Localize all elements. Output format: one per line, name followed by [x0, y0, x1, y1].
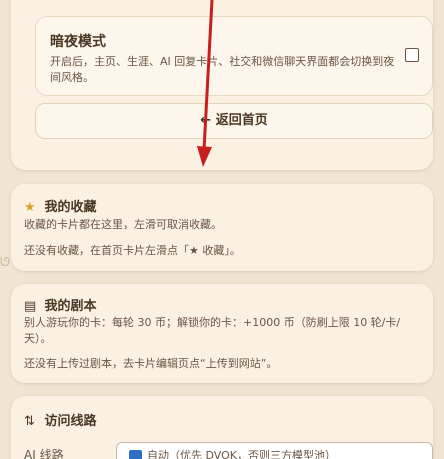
scripts-title-row: ▤ 我的剧本 [24, 295, 97, 314]
scripts-card: ▤ 我的剧本 别人游玩你的卡：每轮 30 币；解锁你的卡：+1000 币（防刷上… [11, 284, 433, 383]
ai-route-select[interactable]: 自动（优先 DVOK，否则三方模型池） [116, 442, 433, 459]
favorites-hint: 收藏的卡片都在这里，左滑可取消收藏。 [24, 218, 222, 231]
star-icon: ★ [24, 200, 36, 215]
favorites-card: ★ 我的收藏 收藏的卡片都在这里，左滑可取消收藏。 还没有收藏，在首页卡片左滑点… [11, 184, 433, 271]
favorites-title-row: ★ 我的收藏 [24, 196, 97, 215]
ai-route-value: 自动（优先 DVOK，否则三方模型池） [147, 449, 336, 459]
scripts-title: 我的剧本 [44, 299, 97, 314]
route-checkbox-icon [129, 450, 142, 459]
dark-mode-setting: 暗夜模式 开启后，主页、生涯、AI 回复卡片、社交和微信聊天界面都会切换到夜间风… [35, 16, 433, 96]
swap-icon: ⇅ [24, 414, 35, 429]
dark-mode-checkbox[interactable] [405, 48, 419, 62]
route-card: ⇅ 访问线路 AI 线路 自动（优先 DVOK，否则三方模型池） [11, 396, 433, 459]
back-home-button[interactable]: ← 返回首页 [35, 103, 433, 139]
dark-mode-description: 开启后，主页、生涯、AI 回复卡片、社交和微信聊天界面都会切换到夜间风格。 [50, 55, 395, 84]
scripts-hint: 别人游玩你的卡：每轮 30 币；解锁你的卡：+1000 币（防刷上限 10 轮/… [24, 316, 401, 345]
route-title: 访问线路 [44, 414, 97, 429]
scripts-empty-text: 还没有上传过剧本，去卡片编辑页点“上传到网站”。 [24, 357, 278, 370]
ai-route-label: AI 线路 [24, 448, 64, 459]
document-icon: ▤ [24, 299, 37, 314]
favorites-empty-text: 还没有收藏，在首页卡片左滑点「★ 收藏」。 [24, 244, 241, 257]
favorites-title: 我的收藏 [44, 200, 97, 215]
dark-mode-title: 暗夜模式 [50, 34, 106, 50]
route-title-row: ⇅ 访问线路 [24, 410, 97, 429]
settings-card: ♦ 暗夜模式 开启后，主页、生涯、AI 回复卡片、社交和微信聊天界面都会切换到夜… [11, 0, 433, 170]
